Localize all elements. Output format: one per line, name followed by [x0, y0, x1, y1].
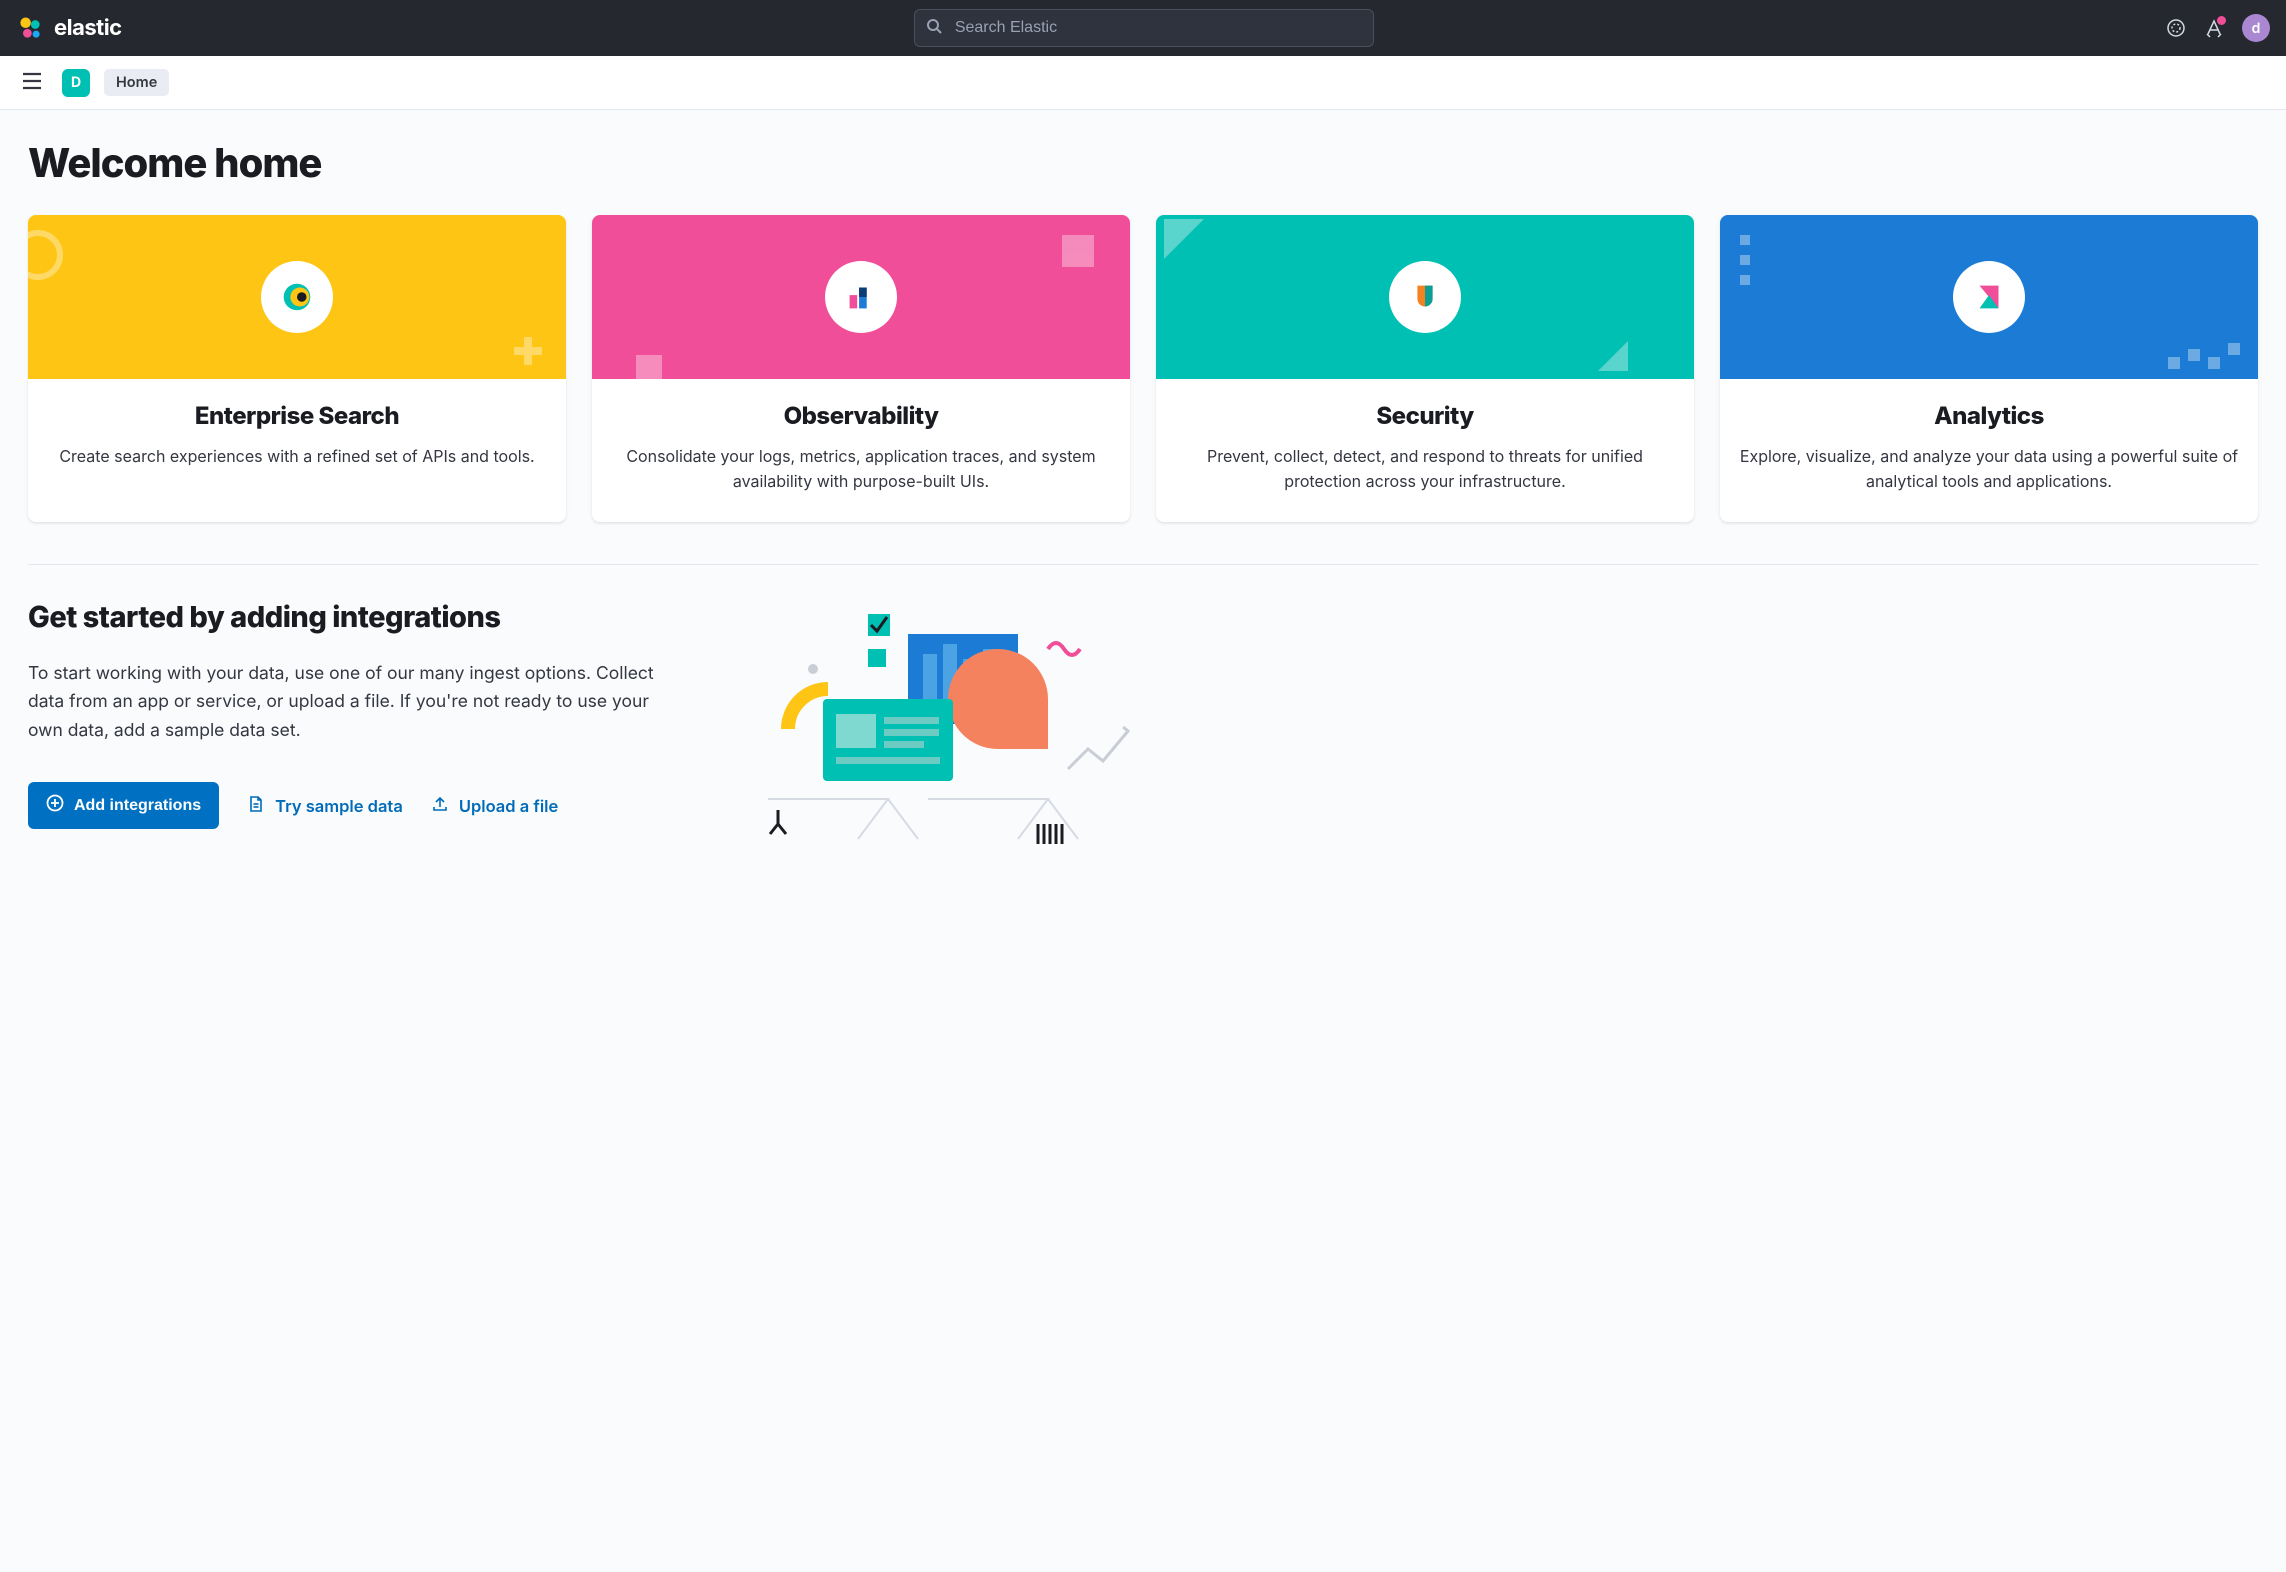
get-started-title: Get started by adding integrations [28, 599, 688, 634]
breadcrumb-home[interactable]: Home [104, 69, 169, 96]
get-started-actions: Add integrations Try sample data Upload … [28, 782, 688, 829]
section-divider [28, 564, 2258, 565]
try-sample-data-link[interactable]: Try sample data [247, 795, 403, 817]
elastic-logo-icon [16, 14, 44, 42]
card-desc: Create search experiences with a refined… [46, 444, 548, 469]
search-input[interactable] [914, 9, 1374, 47]
card-title: Analytics [1738, 401, 2240, 430]
card-hero [28, 215, 566, 379]
enterprise-search-icon [261, 261, 333, 333]
get-started-section: Get started by adding integrations To st… [28, 599, 2258, 849]
security-icon [1389, 261, 1461, 333]
top-bar: elastic d [0, 0, 2286, 56]
get-started-desc: To start working with your data, use one… [28, 660, 688, 747]
card-hero [1156, 215, 1694, 379]
card-title: Observability [610, 401, 1112, 430]
document-icon [247, 795, 265, 817]
card-desc: Prevent, collect, detect, and respond to… [1174, 444, 1676, 494]
upload-icon [431, 795, 449, 817]
card-body: Enterprise Search Create search experien… [28, 379, 566, 522]
user-avatar[interactable]: d [2242, 14, 2270, 42]
button-label: Add integrations [74, 797, 201, 815]
card-observability[interactable]: Observability Consolidate your logs, met… [592, 215, 1130, 522]
top-bar-center [138, 9, 2150, 47]
notification-dot [2217, 16, 2226, 25]
card-analytics[interactable]: Analytics Explore, visualize, and analyz… [1720, 215, 2258, 522]
top-bar-right: d [2166, 14, 2270, 42]
card-enterprise-search[interactable]: Enterprise Search Create search experien… [28, 215, 566, 522]
link-label: Try sample data [275, 796, 403, 816]
card-body: Observability Consolidate your logs, met… [592, 379, 1130, 522]
space-selector[interactable]: D [62, 69, 90, 97]
brand-name: elastic [54, 15, 122, 41]
get-started-text: Get started by adding integrations To st… [28, 599, 688, 830]
nav-menu-button[interactable] [16, 66, 48, 99]
observability-icon [825, 261, 897, 333]
newsfeed-icon[interactable] [2204, 18, 2224, 38]
link-label: Upload a file [459, 796, 558, 816]
help-icon[interactable] [2166, 18, 2186, 38]
upload-file-link[interactable]: Upload a file [431, 795, 558, 817]
card-hero [592, 215, 1130, 379]
card-security[interactable]: Security Prevent, collect, detect, and r… [1156, 215, 1694, 522]
solution-cards: Enterprise Search Create search experien… [28, 215, 2258, 522]
sub-bar: D Home [0, 56, 2286, 110]
integrations-illustration [728, 599, 1148, 849]
search-icon [926, 18, 942, 38]
card-desc: Consolidate your logs, metrics, applicat… [610, 444, 1112, 494]
card-body: Analytics Explore, visualize, and analyz… [1720, 379, 2258, 522]
global-search [914, 9, 1374, 47]
card-desc: Explore, visualize, and analyze your dat… [1738, 444, 2240, 494]
card-body: Security Prevent, collect, detect, and r… [1156, 379, 1694, 522]
add-integrations-button[interactable]: Add integrations [28, 782, 219, 829]
card-hero [1720, 215, 2258, 379]
brand-logo[interactable]: elastic [16, 14, 122, 42]
plus-circle-icon [46, 794, 64, 817]
card-title: Security [1174, 401, 1676, 430]
main-content: Welcome home Enterprise Search Create se… [0, 110, 2286, 1572]
page-title: Welcome home [28, 138, 2258, 187]
analytics-icon [1953, 261, 2025, 333]
card-title: Enterprise Search [46, 401, 548, 430]
